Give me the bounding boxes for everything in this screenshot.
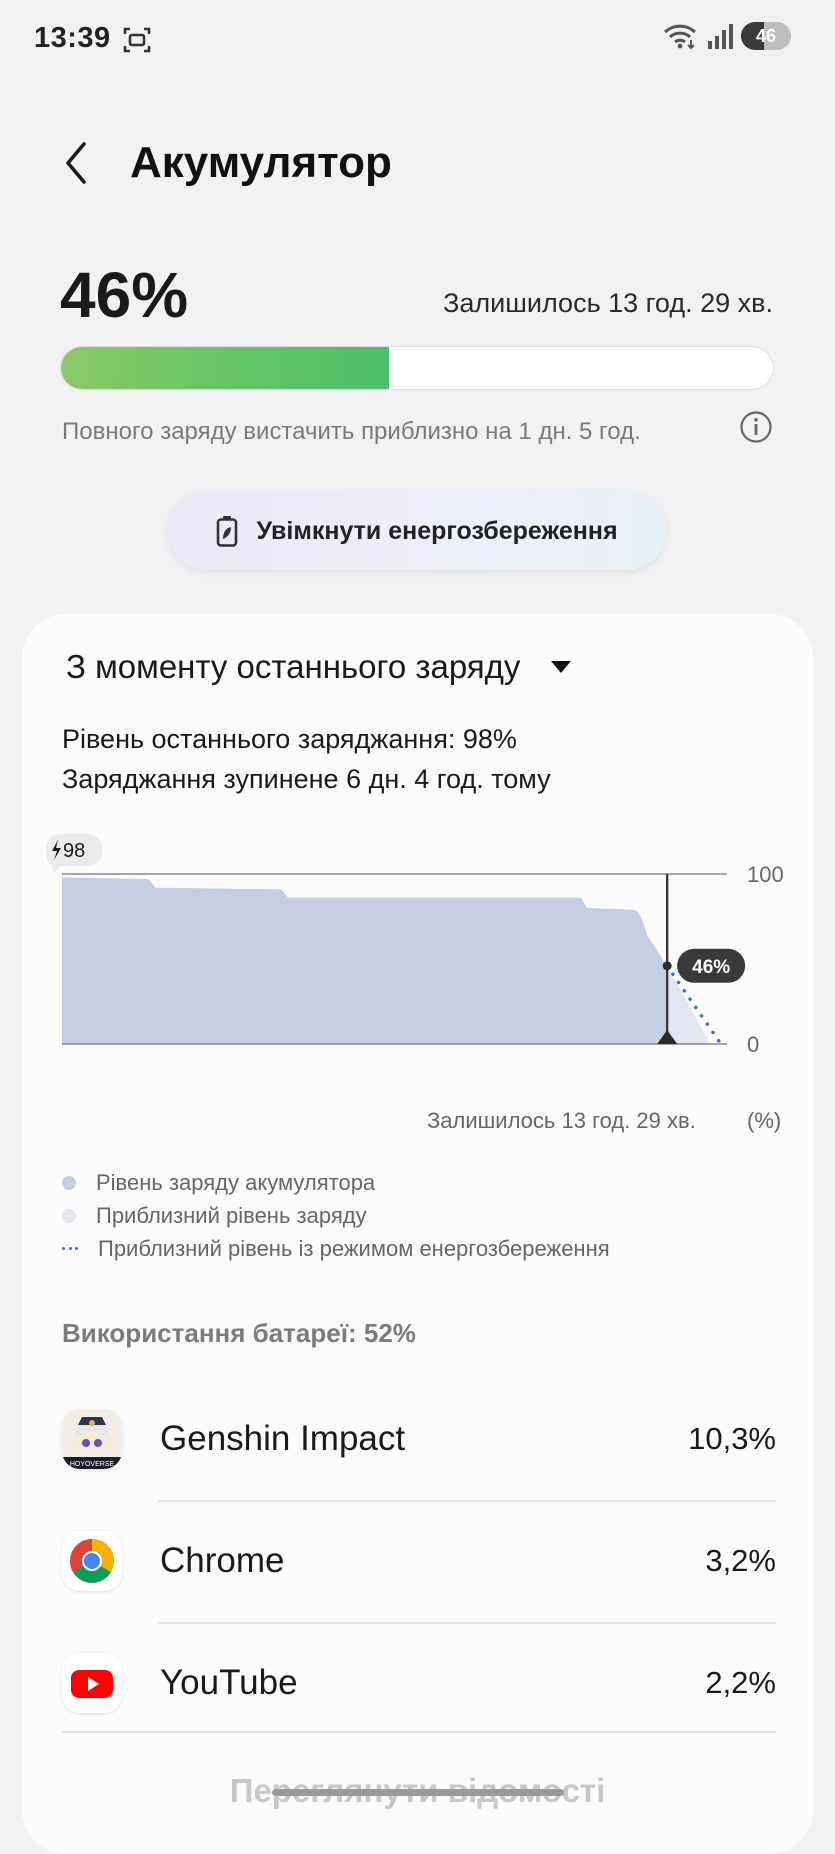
- chevron-left-icon: [66, 142, 86, 184]
- app-usage-row[interactable]: YouTube 2,2%: [62, 1622, 776, 1744]
- legend-swatch: [62, 1242, 78, 1256]
- status-bar: 13:39 46: [0, 0, 835, 80]
- app-usage-percent: 2,2%: [705, 1665, 776, 1700]
- chart-unit-label: (%): [747, 1108, 782, 1133]
- app-name: Genshin Impact: [160, 1419, 406, 1458]
- status-time: 13:39: [34, 22, 111, 54]
- signal-icon: [708, 24, 733, 49]
- status-battery-level: 46: [755, 25, 777, 46]
- y-tick-label: 100: [747, 862, 784, 887]
- legend-label: Приблизний рівень заряду: [96, 1202, 367, 1228]
- current-level-label: 46%: [692, 957, 730, 978]
- app-usage-percent: 3,2%: [705, 1543, 776, 1578]
- status-icons: 46: [663, 22, 791, 50]
- chrome-icon: [62, 1531, 122, 1591]
- screenshot-icon: [123, 27, 151, 53]
- battery-level-fill: [61, 347, 389, 389]
- battery-usage-card: З моменту останнього заряду Рівень остан…: [22, 614, 813, 1854]
- status-battery: 46: [741, 22, 791, 50]
- chart-remaining-time: Залишилось 13 год. 29 хв.: [427, 1108, 696, 1133]
- app-name: YouTube: [160, 1663, 298, 1702]
- power-saving-label: Увімкнути енергозбереження: [256, 516, 618, 545]
- app-usage-list: HOYOVERSE Genshin Impact 10,3% Chrome 3,2% Yo…: [62, 1378, 776, 1744]
- current-level-point: [662, 961, 672, 971]
- y-tick-label: 0: [747, 1032, 759, 1057]
- chart-legend: Рівень заряду акумулятора Приблизний ріве…: [62, 1166, 610, 1265]
- power-saving-button[interactable]: Увімкнути енергозбереження: [168, 492, 666, 570]
- remaining-time: Залишилось 13 год. 29 хв.: [443, 288, 773, 318]
- legend-swatch: [62, 1175, 76, 1190]
- last-charge-level: Рівень останнього заряджання: 98%: [62, 724, 517, 754]
- legend-label: Рівень заряду акумулятора: [96, 1169, 376, 1195]
- app-name: Chrome: [160, 1541, 285, 1580]
- page-title: Акумулятор: [130, 138, 392, 187]
- full-charge-estimate: Повного заряду вистачить приблизно на 1 …: [62, 418, 641, 445]
- battery-leaf-icon: [217, 516, 238, 547]
- legend-item: Рівень заряду акумулятора: [62, 1166, 610, 1199]
- back-button[interactable]: [56, 138, 96, 188]
- legend-item: Приблизний рівень із режимом енергозбере…: [62, 1232, 610, 1265]
- legend-swatch: [62, 1208, 76, 1223]
- legend-label: Приблизний рівень із режимом енергозбере…: [98, 1235, 610, 1261]
- battery-percent: 46%: [60, 259, 189, 331]
- app-usage-percent: 10,3%: [688, 1421, 776, 1456]
- info-icon[interactable]: [739, 410, 773, 444]
- period-label: З моменту останнього заряду: [66, 648, 521, 685]
- battery-level-bar: [60, 346, 774, 390]
- period-dropdown[interactable]: З моменту останнього заряду: [66, 648, 572, 686]
- home-indicator[interactable]: [272, 1789, 564, 1796]
- wifi-icon: [663, 24, 697, 50]
- start-level-label: 98: [63, 840, 85, 862]
- app-usage-row[interactable]: HOYOVERSE Genshin Impact 10,3%: [62, 1378, 776, 1500]
- dropdown-triangle-icon: [551, 661, 572, 673]
- charge-stopped-time: Заряджання зупинене 6 дн. 4 год. тому: [62, 764, 551, 794]
- divider: [62, 1731, 776, 1733]
- legend-item: Приблизний рівень заряду: [62, 1199, 610, 1232]
- battery-usage-heading: Використання батареї: 52%: [62, 1318, 416, 1348]
- svg-text:HOYOVERSE: HOYOVERSE: [70, 1461, 115, 1468]
- app-usage-row[interactable]: Chrome 3,2%: [62, 1500, 776, 1622]
- battery-level-area: [62, 877, 668, 1044]
- battery-level-chart: 46% 98 100 0: [46, 834, 784, 1057]
- youtube-icon: [62, 1653, 122, 1713]
- genshin-impact-icon: HOYOVERSE: [62, 1409, 122, 1469]
